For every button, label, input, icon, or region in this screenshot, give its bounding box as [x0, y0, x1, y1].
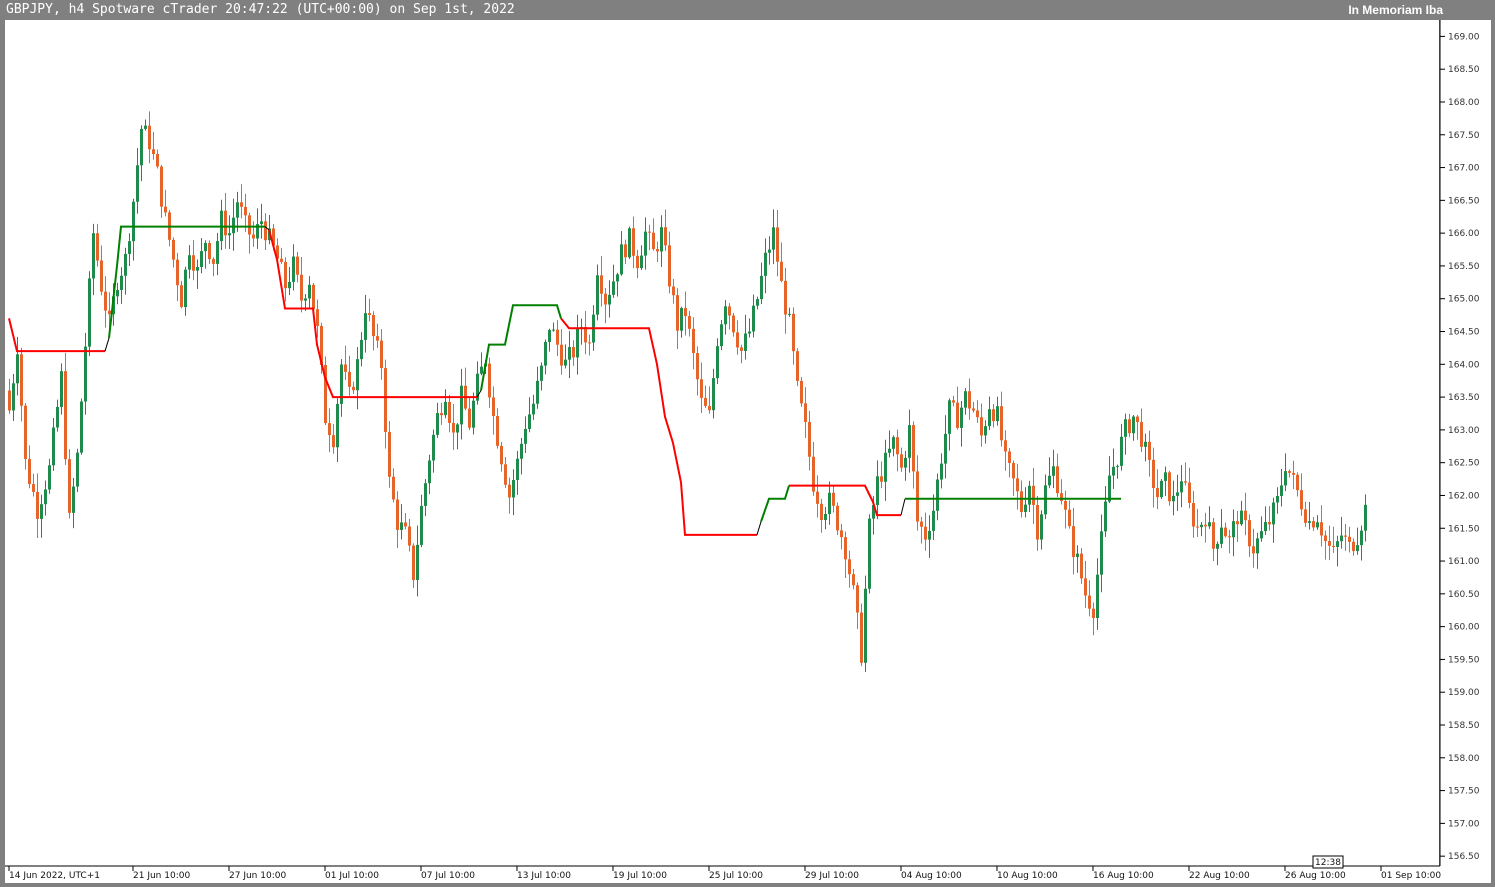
time-tick-label: 19 Jul 10:00: [613, 871, 667, 881]
candle: [80, 398, 83, 455]
candle: [68, 449, 71, 519]
candle: [796, 348, 799, 387]
price-tick-label: 168.00: [1448, 98, 1480, 108]
price-tick-label: 162.50: [1448, 459, 1480, 469]
price-tick-label: 167.50: [1448, 131, 1480, 141]
candle: [800, 377, 803, 407]
price-tick-label: 158.50: [1448, 721, 1480, 731]
candle: [76, 448, 79, 492]
price-tick-label: 165.50: [1448, 262, 1480, 272]
price-tick-label: 164.00: [1448, 360, 1480, 370]
plot-area[interactable]: [5, 20, 1439, 866]
time-tick-label: 13 Jul 10:00: [517, 871, 571, 881]
price-tick-label: 157.50: [1448, 787, 1480, 797]
candle: [88, 271, 91, 357]
price-tick-label: 168.50: [1448, 65, 1480, 75]
price-axis[interactable]: [1440, 20, 1491, 866]
time-tick-label: 29 Jul 10:00: [805, 871, 859, 881]
candle: [720, 319, 723, 351]
time-tick-label: 27 Jun 10:00: [229, 871, 286, 881]
price-tick-label: 156.50: [1448, 852, 1480, 862]
price-tick-label: 163.50: [1448, 393, 1480, 403]
time-tick-label: 21 Jun 10:00: [133, 871, 190, 881]
price-tick-label: 163.00: [1448, 426, 1480, 436]
price-tick-label: 162.00: [1448, 491, 1480, 501]
price-tick-label: 157.00: [1448, 819, 1480, 829]
candle: [868, 514, 871, 594]
price-tick-label: 161.50: [1448, 524, 1480, 534]
time-tick-label: 14 Jun 2022, UTC+1: [9, 871, 100, 881]
candle: [860, 603, 863, 667]
time-tick-label: 26 Aug 10:00: [1285, 871, 1346, 881]
time-tick-label: 10 Aug 10:00: [997, 871, 1058, 881]
price-tick-label: 167.00: [1448, 164, 1480, 174]
price-tick-label: 159.50: [1448, 655, 1480, 665]
time-tick-label: 04 Aug 10:00: [901, 871, 962, 881]
candle: [628, 226, 631, 260]
price-tick-label: 166.50: [1448, 196, 1480, 206]
time-tick-label: 07 Jul 10:00: [421, 871, 475, 881]
time-tick-label: 16 Aug 10:00: [1093, 871, 1154, 881]
price-tick-label: 160.50: [1448, 590, 1480, 600]
candle: [836, 502, 839, 535]
price-tick-label: 160.00: [1448, 623, 1480, 633]
time-cursor-label: 12:38: [1315, 858, 1341, 868]
candle: [1160, 478, 1163, 500]
time-tick-label: 22 Aug 10:00: [1189, 871, 1250, 881]
candle: [864, 575, 867, 672]
time-tick-label: 25 Jul 10:00: [709, 871, 763, 881]
candle: [1168, 470, 1171, 506]
candle: [324, 356, 327, 426]
candle: [312, 282, 315, 312]
price-tick-label: 165.00: [1448, 295, 1480, 305]
price-tick-label: 161.00: [1448, 557, 1480, 567]
price-tick-label: 159.00: [1448, 688, 1480, 698]
price-tick-label: 158.00: [1448, 754, 1480, 764]
time-tick-label: 01 Jul 10:00: [325, 871, 379, 881]
price-chart[interactable]: 169.00 168.50 168.00 167.50 167.00 166.50 166.…: [0, 0, 1495, 887]
time-tick-label: 01 Sep 10:00: [1381, 871, 1441, 881]
price-tick-label: 169.00: [1448, 32, 1480, 42]
price-tick-label: 166.00: [1448, 229, 1480, 239]
price-tick-label: 164.50: [1448, 328, 1480, 338]
time-cursor-box: 12:38: [1312, 855, 1344, 869]
